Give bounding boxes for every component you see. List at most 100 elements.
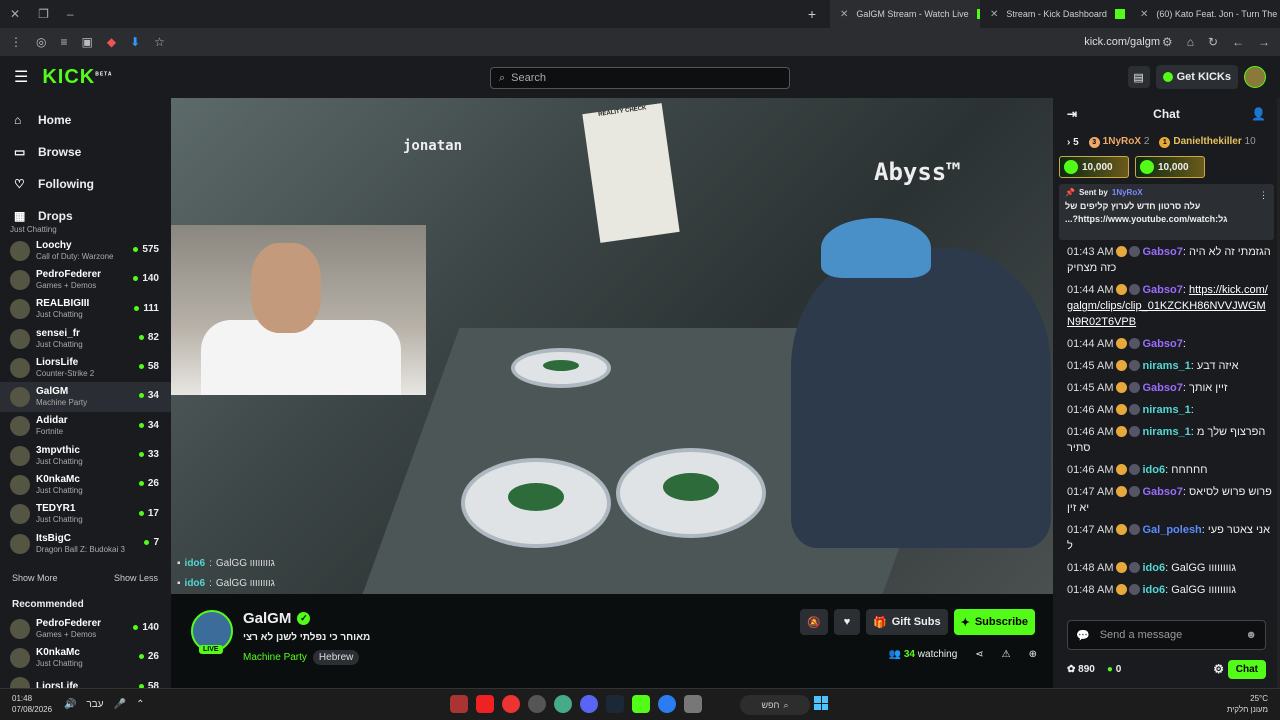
gift-subs-button[interactable]: 🎁 Gift Subs [866,609,948,635]
minimize-window-icon[interactable]: – [67,7,74,21]
back-icon[interactable]: ← [1232,35,1244,49]
tiktok-icon[interactable] [502,695,520,713]
chat-message[interactable]: 01:44 AM Gabso7: https://kick.com/galgm/c… [1067,282,1272,330]
message-username[interactable]: ido6 [1142,584,1165,596]
channel-points[interactable]: ● 0 [1107,664,1121,675]
message-username[interactable]: Gabso7 [1142,382,1182,394]
chat-message[interactable]: 01:46 AM nirams_1: הפרצוף שלך מסתיר [1067,424,1272,456]
close-tab-icon[interactable]: ✕ [840,9,848,20]
get-kicks-button[interactable]: Get KICKs [1155,65,1238,89]
opera-ai-icon[interactable]: ◎ [36,35,46,49]
discord-icon[interactable] [580,695,598,713]
report-icon[interactable]: ⚠ [1002,649,1011,660]
kicks-balance[interactable]: ✿ 890 [1067,664,1095,675]
message-username[interactable]: Gal_polesh [1142,524,1201,536]
chat-message[interactable]: 01:47 AM Gabso7: פרוש פרוש לסיאס יא זין [1067,484,1272,516]
message-username[interactable]: ido6 [1142,562,1165,574]
menu-dots-icon[interactable]: ⋮ [10,35,22,49]
tray-arrow-icon[interactable]: ⌃ [136,699,144,710]
chat-message[interactable]: 01:45 AM Gabso7: זיין אותך [1067,380,1272,396]
chat-message[interactable]: 01:44 AM Gabso7: [1067,336,1272,352]
calculator-icon[interactable] [684,695,702,713]
channel-item[interactable]: K0nkaMc Just Chatting 26 [0,643,171,672]
hamburger-menu-icon[interactable]: ☰ [14,67,28,87]
chat-message[interactable]: 01:43 AM Gabso7: הגזמתי זה לא היה כזה מצח… [1067,244,1272,276]
download-icon[interactable]: ⬇ [130,35,140,49]
subscribe-button[interactable]: ✦ Subscribe [953,609,1035,635]
input-language[interactable]: עבר [86,699,103,710]
channel-item[interactable]: Loochy Call of Duty: Warzone 575 [0,236,171,265]
gifter-item[interactable]: 3 1NyRoX 2 [1088,136,1149,148]
gifter-item[interactable]: › 5 [1067,137,1079,148]
message-username[interactable]: nirams_1 [1142,404,1190,416]
close-tab-icon[interactable]: ✕ [1140,9,1148,20]
collapse-chat-icon[interactable]: ⇥ [1067,107,1077,121]
chat-message[interactable]: 01:45 AM nirams_1: איזה דבע [1067,358,1272,374]
more-options-icon[interactable]: ⋮ [1259,190,1268,201]
forward-icon[interactable]: → [1258,35,1270,49]
channel-item[interactable]: K0nkaMc Just Chatting 26 [0,470,171,499]
browser-tab[interactable]: ✕ GalGM Stream - Watch Live [830,0,980,28]
follow-button[interactable]: ♥ [834,609,860,635]
clock-date[interactable]: 07/08/2026 [12,704,52,715]
app-icon[interactable] [658,695,676,713]
chat-message[interactable]: 01:48 AM ido6: GalGG גוווווווו [1067,560,1272,576]
add-friend-icon[interactable]: ⊕ [1029,649,1037,660]
kick-logo[interactable]: KICKBETA [42,66,112,89]
channel-item[interactable]: TEDYR1 Just Chatting 17 [0,500,171,529]
nav-following[interactable]: ♡ Following [14,168,171,200]
clock-time[interactable]: 01:48 [12,693,52,704]
message-username[interactable]: Gabso7 [1142,246,1182,258]
app-icon[interactable] [528,695,546,713]
extensions-icon[interactable]: ▣ [82,35,93,49]
channel-item[interactable]: ItsBigC Dragon Ball Z: Budokai 3 7 [0,529,171,558]
channel-item[interactable]: Adidar Fortnite 34 [0,412,171,441]
chrome-icon[interactable] [554,695,572,713]
channel-item[interactable]: LiorsLife Counter-Strike 2 58 [0,353,171,382]
kick-app-icon[interactable] [632,695,650,713]
channel-item[interactable]: PedroFederer Games + Demos 140 [0,265,171,294]
close-window-icon[interactable]: ✕ [10,7,20,21]
share-icon[interactable]: ⋖ [975,649,983,660]
chat-message[interactable]: 01:48 AM ido6: GalGG גוווווווו [1067,582,1272,598]
reload-icon[interactable]: ↻ [1208,35,1218,49]
browser-tab[interactable]: ✕ Stream - Kick Dashboard [980,0,1130,28]
volume-icon[interactable]: 🔊 [64,699,76,710]
video-player[interactable]: REALITY CHECK jonatan Abyss™ ▪ ido6: Gal… [171,98,1053,594]
show-more-button[interactable]: Show More [12,573,58,583]
opera-icon[interactable] [476,695,494,713]
channel-item[interactable]: 3mpvthic Just Chatting 33 [0,441,171,470]
user-avatar[interactable] [1244,66,1266,88]
chat-input[interactable]: 💬 Send a message ☻ [1067,620,1266,650]
app-icon[interactable] [450,695,468,713]
mic-icon[interactable]: 🎤 [114,699,126,710]
streamer-name[interactable]: GalGM [243,610,291,627]
kicks-gift-bar[interactable]: 10,000 [1059,156,1129,178]
chat-message[interactable]: 01:47 AM Gal_polesh: אני צאטר פעיל [1067,522,1272,554]
message-username[interactable]: nirams_1 [1142,360,1190,372]
message-username[interactable]: Gabso7 [1142,338,1182,350]
channel-item[interactable]: Just Chatting [0,224,171,236]
steam-icon[interactable] [606,695,624,713]
emoji-icon[interactable]: ☻ [1245,629,1257,641]
message-username[interactable]: Gabso7 [1142,486,1182,498]
close-tab-icon[interactable]: ✕ [990,9,998,20]
start-icon[interactable] [814,696,828,710]
nav-home[interactable]: ⌂ Home [14,104,171,136]
message-username[interactable]: ido6 [1142,464,1165,476]
notifications-button[interactable]: 🔕 [800,609,828,635]
channel-item[interactable]: REALBIGIII Just Chatting 111 [0,295,171,324]
taskbar-search[interactable]: חפש ⌕ [740,695,810,715]
home-icon[interactable]: ⌂ [1187,35,1194,49]
pinned-message[interactable]: 📌 Sent by 1NyRoX עלה סרטון חדש לערוץ קליפ… [1059,184,1274,240]
search-input[interactable]: ⌕ Search [490,67,790,89]
channel-item[interactable]: GalGM Machine Party 34 [0,382,171,412]
site-settings-icon[interactable]: ⚙ [1162,35,1173,49]
channel-item[interactable]: PedroFederer Games + Demos 140 [0,614,171,643]
restore-window-icon[interactable]: ❐ [38,7,49,21]
nav-browse[interactable]: ▭ Browse [14,136,171,168]
chat-message[interactable]: 01:46 AM ido6: חחחחח [1067,462,1272,478]
message-username[interactable]: nirams_1 [1142,426,1190,438]
dashboard-button[interactable]: ▤ [1127,66,1150,88]
gifter-item[interactable]: 1 Danielthekiller 10 [1159,136,1256,148]
